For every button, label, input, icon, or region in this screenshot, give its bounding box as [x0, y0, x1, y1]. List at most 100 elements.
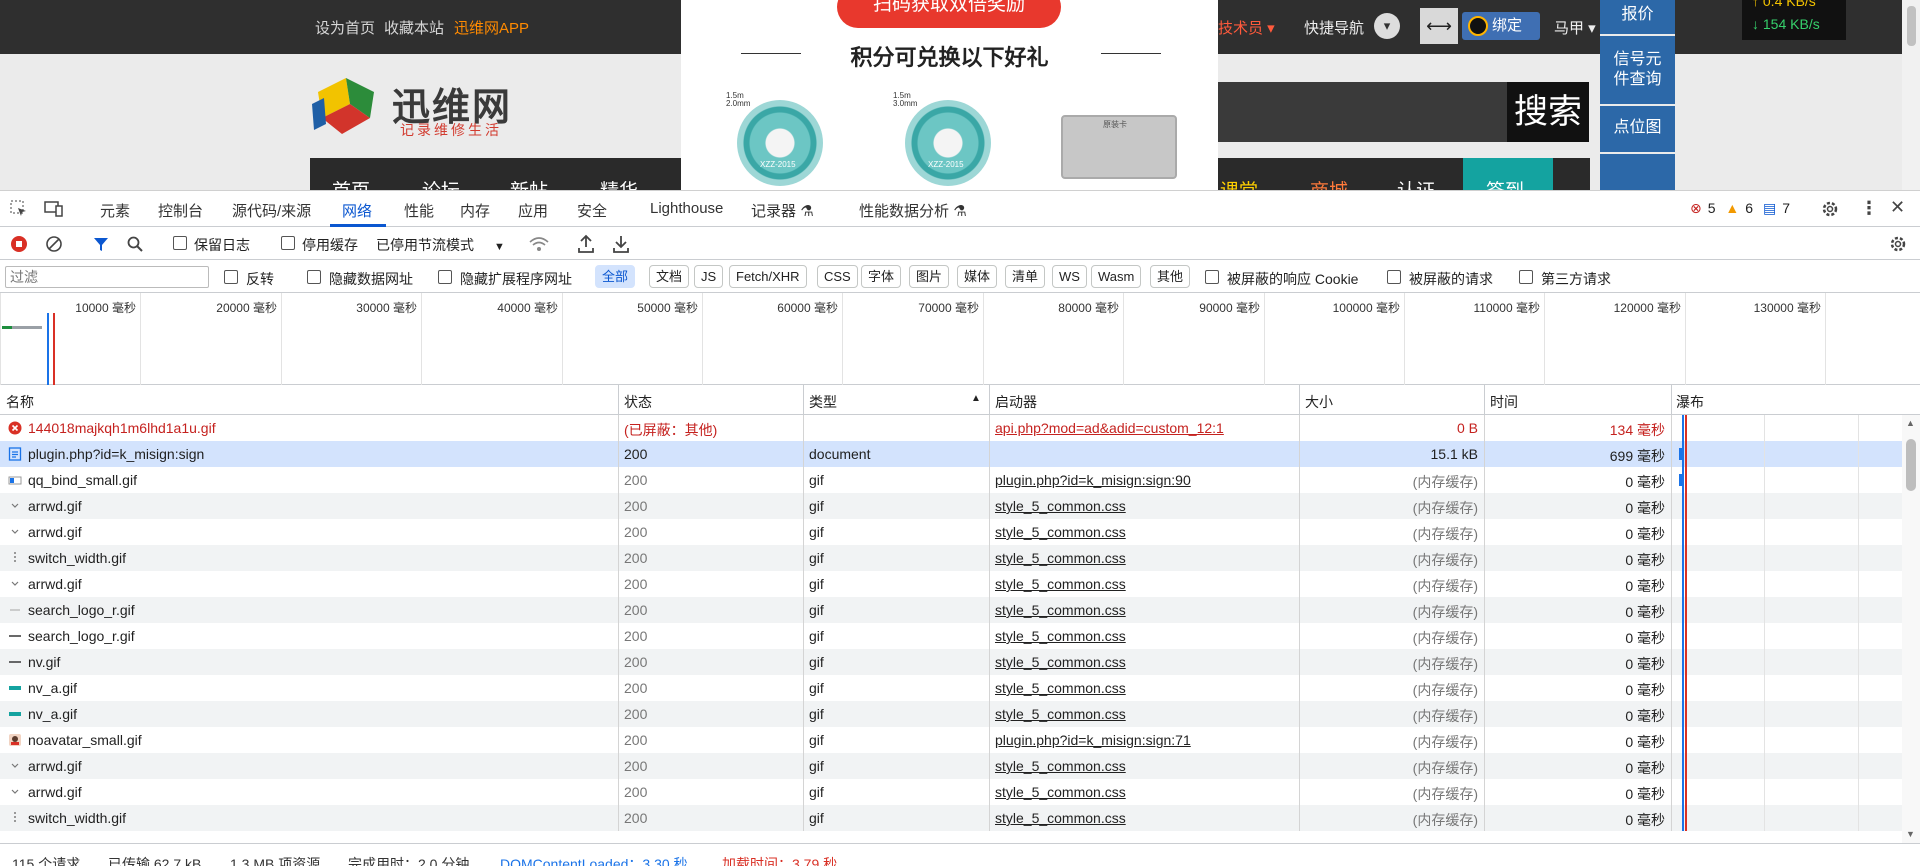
site-logo[interactable]: 迅维网 记录维修生活 [310, 70, 520, 140]
request-row[interactable]: search_logo_r.gif 200 gif style_5_common.cs… [0, 623, 1902, 649]
site-search-input[interactable] [1215, 82, 1507, 142]
user-menu[interactable]: 马甲 ▾ [1554, 17, 1596, 38]
nav-sign-in[interactable]: 签到 [1486, 176, 1524, 190]
device-toolbar-icon[interactable] [44, 200, 64, 218]
issue-counters[interactable]: ⊗ 5 ▲ 6 ▤ 7 [1690, 200, 1796, 217]
tab-memory[interactable]: 内存 [460, 200, 490, 221]
request-row[interactable]: arrwd.gif 200 gif style_5_common.css (内存缓存) 0… [0, 571, 1902, 597]
nav-forum[interactable]: 论坛 [422, 176, 460, 190]
request-initiator-link[interactable]: style_5_common.css [995, 628, 1295, 644]
request-name[interactable]: arrwd.gif [28, 498, 613, 514]
scrollbar-thumb[interactable] [1907, 6, 1916, 46]
scan-reward-button[interactable]: 扫码获取双倍奖励 [837, 0, 1061, 28]
tab-sources[interactable]: 源代码/来源 [232, 200, 311, 221]
request-name[interactable]: switch_width.gif [28, 810, 613, 826]
filter-font[interactable]: 字体 [861, 265, 902, 288]
site-search-button[interactable]: 搜索 [1507, 82, 1589, 142]
import-har-icon[interactable] [577, 234, 595, 254]
request-row[interactable]: noavatar_small.gif 200 gif plugin.php?id=k_… [0, 727, 1902, 753]
request-name[interactable]: switch_width.gif [28, 550, 613, 566]
request-row[interactable]: nv_a.gif 200 gif style_5_common.css (内存缓存) 0 … [0, 701, 1902, 727]
filter-other[interactable]: 其他 [1150, 265, 1191, 288]
request-name[interactable]: nv_a.gif [28, 706, 613, 722]
filter-input[interactable] [5, 266, 209, 288]
nav-featured[interactable]: 精华 [600, 176, 638, 190]
tab-elements[interactable]: 元素 [100, 200, 130, 221]
export-har-icon[interactable] [612, 234, 630, 254]
request-initiator-link[interactable]: style_5_common.css [995, 524, 1295, 540]
col-name[interactable]: 名称 [6, 392, 34, 412]
scroll-down-icon[interactable]: ▼ [1906, 829, 1915, 839]
request-initiator-link[interactable]: style_5_common.css [995, 654, 1295, 670]
request-row[interactable]: 144018majkqh1m6lhd1a1u.gif (已屏蔽：其他) api.ph… [0, 415, 1902, 441]
request-row[interactable]: search_logo_r.gif 200 gif style_5_common.cs… [0, 597, 1902, 623]
tab-application[interactable]: 应用 [518, 200, 548, 221]
request-row[interactable]: nv_a.gif 200 gif style_5_common.css (内存缓存) 0 … [0, 675, 1902, 701]
nav-new-posts[interactable]: 新帖 [510, 176, 548, 190]
disable-cache-checkbox[interactable] [281, 236, 295, 250]
scroll-up-icon[interactable]: ▲ [1906, 418, 1915, 428]
col-initiator[interactable]: 启动器 [995, 392, 1037, 412]
request-row[interactable]: qq_bind_small.gif 200 gif plugin.php?id=k_m… [0, 467, 1902, 493]
request-name[interactable]: arrwd.gif [28, 576, 613, 592]
rail-schematic[interactable]: 点位图 [1600, 118, 1675, 138]
preserve-log-checkbox[interactable] [173, 236, 187, 250]
request-row[interactable]: switch_width.gif 200 gif style_5_common.css… [0, 805, 1902, 831]
request-initiator-link[interactable]: plugin.php?id=k_misign:sign:71 [995, 732, 1295, 748]
request-name[interactable]: plugin.php?id=k_misign:sign [28, 446, 613, 462]
rail-quote[interactable]: 报价 [1600, 5, 1675, 25]
rail-component-search[interactable]: 信号元件查询 [1600, 50, 1675, 90]
tab-performance[interactable]: 性能 [404, 200, 434, 221]
search-icon[interactable] [126, 235, 144, 253]
hide-data-urls-checkbox[interactable] [307, 270, 321, 284]
chevron-down-icon[interactable]: ▾ [1374, 13, 1400, 39]
filter-css[interactable]: CSS [817, 265, 858, 288]
request-initiator-link[interactable]: style_5_common.css [995, 602, 1295, 618]
inspect-element-icon[interactable] [10, 200, 28, 218]
request-list-scrollbar[interactable]: ▲ ▼ [1902, 415, 1920, 843]
request-row[interactable]: arrwd.gif 200 gif style_5_common.css (内存缓存) 0… [0, 493, 1902, 519]
request-initiator-link[interactable]: plugin.php?id=k_misign:sign:90 [995, 472, 1295, 488]
tab-security[interactable]: 安全 [577, 200, 607, 221]
request-initiator-link[interactable]: style_5_common.css [995, 498, 1295, 514]
column-divider[interactable] [618, 385, 619, 415]
col-type[interactable]: 类型 ▲ [809, 392, 981, 412]
col-waterfall[interactable]: 瀑布 [1676, 392, 1704, 412]
tab-performance-insights[interactable]: 性能数据分析 ⚗ [859, 200, 967, 221]
column-divider[interactable] [803, 385, 804, 415]
tab-recorder[interactable]: 记录器 ⚗ [751, 200, 814, 221]
nav-home[interactable]: 首页 [332, 176, 370, 190]
request-row[interactable]: switch_width.gif 200 gif style_5_common.css… [0, 545, 1902, 571]
filter-all[interactable]: 全部 [595, 265, 636, 288]
request-name[interactable]: arrwd.gif [28, 758, 613, 774]
tab-lighthouse[interactable]: Lighthouse [650, 200, 723, 217]
third-party-checkbox[interactable] [1519, 270, 1533, 284]
request-name[interactable]: search_logo_r.gif [28, 602, 613, 618]
filter-js[interactable]: JS [694, 265, 724, 288]
filter-fetch-xhr[interactable]: Fetch/XHR [729, 265, 807, 288]
bookmark-link[interactable]: 收藏本站 [384, 17, 444, 38]
tech-menu[interactable]: 技术员 ▾ [1218, 17, 1275, 38]
request-name[interactable]: noavatar_small.gif [28, 732, 613, 748]
nav-cert[interactable]: 认证 [1397, 176, 1435, 190]
request-row[interactable]: arrwd.gif 200 gif style_5_common.css (内存缓存) 0… [0, 753, 1902, 779]
request-name[interactable]: arrwd.gif [28, 784, 613, 800]
request-initiator-link[interactable]: api.php?mod=ad&adid=custom_12:1 [995, 420, 1295, 436]
request-name[interactable]: 144018majkqh1m6lhd1a1u.gif [28, 420, 613, 436]
col-status[interactable]: 状态 [624, 392, 652, 412]
invert-checkbox[interactable] [224, 270, 238, 284]
request-name[interactable]: nv.gif [28, 654, 613, 670]
blocked-requests-checkbox[interactable] [1387, 270, 1401, 284]
column-divider[interactable] [1299, 385, 1300, 415]
request-initiator-link[interactable]: style_5_common.css [995, 550, 1295, 566]
request-row[interactable]: arrwd.gif 200 gif style_5_common.css (内存缓存) 0… [0, 519, 1902, 545]
width-toggle-icon[interactable]: ⟷ [1420, 8, 1458, 44]
network-settings-gear-icon[interactable] [1888, 234, 1908, 254]
col-time[interactable]: 时间 [1490, 392, 1518, 412]
col-size[interactable]: 大小 [1305, 392, 1333, 412]
column-divider[interactable] [989, 385, 990, 415]
more-options-icon[interactable]: ⋮ [1860, 198, 1878, 219]
close-devtools-icon[interactable]: ✕ [1890, 197, 1905, 218]
qq-bind-button[interactable]: 绑定 [1462, 12, 1540, 40]
request-name[interactable]: search_logo_r.gif [28, 628, 613, 644]
